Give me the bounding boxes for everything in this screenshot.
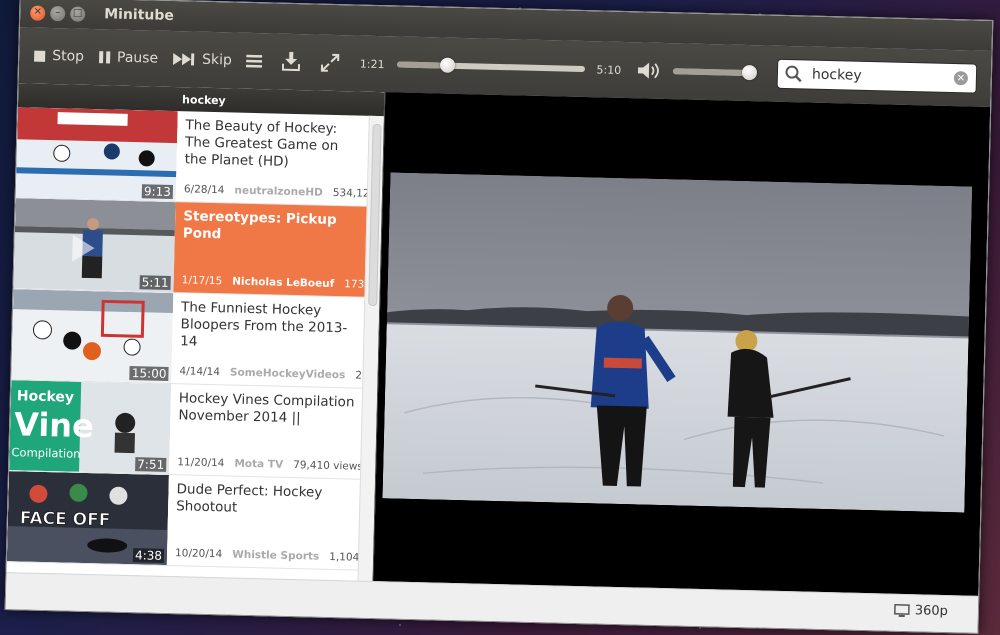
video-title: Hockey Vines Compilation November 2014 |… xyxy=(178,390,355,427)
search-icon xyxy=(785,65,802,83)
video-date: 4/14/14 xyxy=(179,365,221,379)
video-date: 1/17/15 xyxy=(181,274,223,288)
video-info: The Beauty of Hockey: The Greatest Game … xyxy=(176,111,370,206)
playlist-panel: hockey 9:13 The Beauty of Hockey: The Gr… xyxy=(6,83,386,583)
video-info: The Funniest Hockey Bloopers From the 20… xyxy=(171,293,365,388)
video-player[interactable] xyxy=(373,92,991,597)
video-thumbnail: 5:11 xyxy=(13,198,176,293)
video-meta: 11/20/14 Mota TV 79,410 views xyxy=(177,456,361,472)
video-duration: 9:13 xyxy=(141,184,174,200)
video-info: Dude Perfect: Hockey Shootout 10/20/14 W… xyxy=(167,475,361,570)
video-meta: 10/20/14 Whistle Sports 1,104,2 xyxy=(175,547,359,563)
clear-search-button[interactable]: ✕ xyxy=(953,71,969,86)
menu-icon xyxy=(245,54,263,68)
video-duration: 4:38 xyxy=(132,548,165,563)
monitor-icon xyxy=(893,603,910,617)
video-meta: 4/14/14 SomeHockeyVideos 2,2 xyxy=(179,365,363,381)
thumb-text-compilation: Compilation xyxy=(11,445,80,461)
close-window-button[interactable]: ✕ xyxy=(30,4,46,21)
thumb-text-faceoff: FACE OFF xyxy=(20,508,111,530)
pause-label: Pause xyxy=(116,49,159,67)
search-input[interactable] xyxy=(809,65,955,88)
video-duration: 5:11 xyxy=(139,275,171,290)
menu-button[interactable] xyxy=(245,53,268,70)
main-area: hockey 9:13 The Beauty of Hockey: The Gr… xyxy=(6,83,991,597)
stop-button[interactable]: Stop xyxy=(33,48,84,65)
skip-button[interactable]: Skip xyxy=(172,51,232,68)
video-image xyxy=(382,172,973,513)
volume-level xyxy=(673,68,750,77)
search-box[interactable]: ✕ xyxy=(776,58,978,94)
video-list: 9:13 The Beauty of Hockey: The Greatest … xyxy=(6,107,370,581)
download-icon xyxy=(281,51,300,72)
video-title: Dude Perfect: Hockey Shootout xyxy=(176,481,323,516)
quality-selector[interactable]: 360p xyxy=(893,603,949,620)
list-item[interactable]: FACE OFF 4:38 Dude Perfect: Hockey Shoot… xyxy=(6,471,361,571)
list-item[interactable]: 9:13 The Beauty of Hockey: The Greatest … xyxy=(15,107,370,207)
total-time: 5:10 xyxy=(596,62,622,77)
fullscreen-button[interactable] xyxy=(320,53,346,74)
fullscreen-icon xyxy=(320,53,340,72)
current-time: 1:21 xyxy=(359,57,385,71)
volume-slider[interactable] xyxy=(673,64,758,81)
video-thumbnail: 15:00 xyxy=(11,289,174,384)
video-info: Hockey Vines Compilation November 2014 |… xyxy=(169,384,363,479)
video-frame[interactable] xyxy=(382,172,973,513)
video-author[interactable]: Whistle Sports xyxy=(232,549,319,563)
video-thumbnail: FACE OFF 4:38 xyxy=(6,471,169,565)
volume-button[interactable] xyxy=(637,60,661,81)
minimize-window-button[interactable]: – xyxy=(50,5,66,21)
video-date: 10/20/14 xyxy=(174,547,223,561)
seek-slider[interactable] xyxy=(396,57,585,73)
list-item[interactable]: Hockey Vine Compilation 7:51 Hockey Vine… xyxy=(9,380,364,480)
video-meta: 6/28/14 neutralzoneHD 534,122 xyxy=(184,183,368,199)
window-title: Minitube xyxy=(104,6,175,24)
seek-handle[interactable] xyxy=(440,57,456,73)
skip-label: Skip xyxy=(201,51,233,69)
video-author[interactable]: Nicholas LeBoeuf xyxy=(232,275,334,289)
thumb-text-hockey: Hockey xyxy=(17,388,75,405)
video-views: 534,122 xyxy=(332,186,369,200)
download-button[interactable] xyxy=(281,51,306,73)
video-views: 1,104,2 xyxy=(329,550,360,564)
list-item[interactable]: 15:00 The Funniest Hockey Bloopers From … xyxy=(11,289,366,389)
video-title: Stereotypes: Pickup Pond xyxy=(182,208,337,243)
video-views: 79,410 views xyxy=(292,459,362,473)
clear-icon: ✕ xyxy=(956,72,966,84)
maximize-icon: □ xyxy=(72,7,83,19)
video-author[interactable]: Mota TV xyxy=(234,458,283,471)
video-thumbnail: Hockey Vine Compilation 7:51 xyxy=(9,380,172,475)
video-views: 173,3 xyxy=(344,278,366,291)
quality-label: 360p xyxy=(914,603,949,620)
video-title: The Funniest Hockey Bloopers From the 20… xyxy=(180,299,348,350)
video-info: Stereotypes: Pickup Pond 1/17/15 Nichola… xyxy=(173,202,368,297)
video-date: 11/20/14 xyxy=(177,456,225,470)
video-thumbnail: 9:13 xyxy=(15,107,178,202)
video-date: 6/28/14 xyxy=(183,183,225,197)
close-icon: ✕ xyxy=(33,6,43,18)
stop-label: Stop xyxy=(51,48,85,65)
volume-handle[interactable] xyxy=(741,64,758,81)
minimize-icon: – xyxy=(55,7,61,19)
pause-button[interactable]: Pause xyxy=(98,49,159,67)
stop-icon xyxy=(34,50,46,62)
list-item-selected[interactable]: 5:11 Stereotypes: Pickup Pond 1/17/15 Ni… xyxy=(13,198,368,298)
volume-icon xyxy=(638,62,660,79)
video-meta: 1/17/15 Nicholas LeBoeuf 173,3 xyxy=(182,274,366,290)
pause-icon xyxy=(98,51,111,64)
video-title: The Beauty of Hockey: The Greatest Game … xyxy=(184,117,339,170)
scrollbar-thumb[interactable] xyxy=(368,123,382,307)
skip-icon xyxy=(173,52,195,66)
video-duration: 15:00 xyxy=(129,366,169,381)
video-author[interactable]: neutralzoneHD xyxy=(234,185,323,199)
thumb-text-vine: Vine xyxy=(14,405,95,445)
app-window: ✕ – □ Minitube Stop Pause Skip 1:21 5:10… xyxy=(4,0,994,634)
video-author[interactable]: SomeHockeyVideos xyxy=(230,366,346,381)
maximize-window-button[interactable]: □ xyxy=(70,5,86,22)
video-duration: 7:51 xyxy=(135,457,167,472)
